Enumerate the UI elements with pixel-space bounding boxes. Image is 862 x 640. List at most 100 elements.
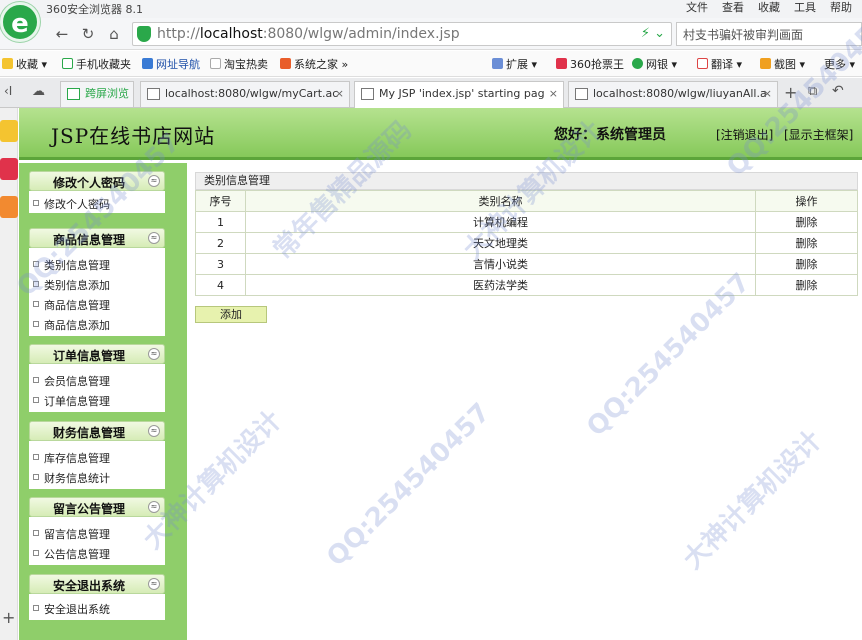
page-icon [147, 88, 160, 100]
more-button[interactable]: 更多 ▾ [824, 56, 855, 72]
cloud-icon[interactable]: ☁ [32, 84, 45, 99]
menu-change-password[interactable]: 修改个人密码 [33, 196, 110, 212]
site-header: JSP在线书店网站 您好：系统管理员 [注销退出] [显示主框架] [19, 108, 862, 160]
tab-mycart[interactable]: localhost:8080/wlgw/myCart.ac × [140, 81, 350, 107]
add-icon[interactable]: + [2, 608, 15, 627]
browser-sidebar: + [0, 108, 18, 640]
translate-icon [697, 58, 708, 69]
row-category-name: 天文地理类 [245, 232, 756, 254]
translate-button[interactable]: 翻译 ▾ [697, 56, 742, 72]
site-title: JSP在线书店网站 [51, 124, 216, 148]
row-category-name: 计算机编程 [245, 211, 756, 233]
ticket-button[interactable]: 360抢票王 [556, 56, 624, 72]
delete-link[interactable]: 删除 [755, 211, 858, 233]
row-category-name: 医药法学类 [245, 274, 756, 296]
menu-stock-manage[interactable]: 库存信息管理 [33, 450, 110, 466]
bookmark-nav[interactable]: 网址导航 [142, 56, 200, 72]
address-bar[interactable]: http://localhost:8080/wlgw/admin/index.j… [132, 22, 672, 46]
menu-tools[interactable]: 工具 [794, 0, 816, 16]
col-action: 操作 [755, 190, 858, 212]
refresh-icon[interactable]: ↻ [78, 24, 98, 44]
menu-finance-stats[interactable]: 财务信息统计 [33, 470, 110, 486]
tab-index-active[interactable]: My JSP 'index.jsp' starting pag × [354, 81, 564, 108]
menu-notice-manage[interactable]: 公告信息管理 [33, 546, 110, 562]
logout-link[interactable]: [注销退出] [716, 126, 773, 143]
bank-button[interactable]: 网银 ▾ [632, 56, 677, 72]
collapse-icon: ≈ [148, 578, 160, 590]
search-input[interactable]: 村支书骗奸被审判画面 [676, 22, 862, 46]
menu-safe-exit[interactable]: 安全退出系统 [33, 601, 110, 617]
menu-favorites[interactable]: 收藏 [758, 0, 780, 16]
admin-name: 系统管理员 [596, 127, 666, 143]
col-index: 序号 [195, 190, 246, 212]
home-icon[interactable]: ⌂ [104, 24, 124, 44]
menu-file[interactable]: 文件 [686, 0, 708, 16]
group-body-orders: 会员信息管理 订单信息管理 [29, 364, 165, 412]
new-tab-icon[interactable]: + [784, 83, 797, 102]
group-body-messages: 留言信息管理 公告信息管理 [29, 517, 165, 565]
group-header-messages[interactable]: 留言公告管理 ≈ [29, 497, 165, 517]
group-body-finance: 库存信息管理 财务信息统计 [29, 441, 165, 489]
weibo-icon[interactable] [0, 158, 18, 180]
bookmark-taobao[interactable]: 淘宝热卖 [210, 56, 268, 72]
menu-member-manage[interactable]: 会员信息管理 [33, 373, 110, 389]
row-index: 4 [195, 274, 246, 296]
group-header-goods[interactable]: 商品信息管理 ≈ [29, 228, 165, 248]
screenshot-button[interactable]: 截图 ▾ [760, 56, 805, 72]
close-icon[interactable]: × [335, 82, 344, 106]
menu-goods-manage[interactable]: 商品信息管理 [33, 297, 110, 313]
category-table: 序号 类别名称 操作 1 计算机编程 删除 2 天文地理类 删除 3 言情小说类… [195, 190, 858, 296]
table-row: 4 医药法学类 删除 [195, 274, 858, 296]
admin-sidebar: 修改个人密码 ≈ 修改个人密码 商品信息管理 ≈ 类别信息管理 类别信息添加 商品信… [19, 163, 187, 640]
extensions-button[interactable]: 扩展 ▾ [492, 56, 537, 72]
menu-view[interactable]: 查看 [722, 0, 744, 16]
group-body-goods: 类别信息管理 类别信息添加 商品信息管理 商品信息添加 [29, 248, 165, 336]
star-icon[interactable] [0, 120, 18, 142]
menu-category-add[interactable]: 类别信息添加 [33, 277, 110, 293]
table-row: 3 言情小说类 删除 [195, 253, 858, 275]
tab-list-icon[interactable]: ‹I [4, 84, 12, 98]
close-icon[interactable]: × [763, 82, 772, 106]
ticket-icon [556, 58, 567, 69]
group-header-orders[interactable]: 订单信息管理 ≈ [29, 344, 165, 364]
address-url[interactable]: http://localhost:8080/wlgw/admin/index.j… [157, 26, 460, 42]
group-header-finance[interactable]: 财务信息管理 ≈ [29, 421, 165, 441]
restore-icon[interactable]: ⧉ [808, 84, 817, 99]
menu-order-manage[interactable]: 订单信息管理 [33, 393, 110, 409]
row-category-name: 言情小说类 [245, 253, 756, 275]
close-icon[interactable]: × [549, 82, 558, 106]
undo-icon[interactable]: ↶ [832, 83, 844, 99]
delete-link[interactable]: 删除 [755, 232, 858, 254]
page-icon [575, 88, 588, 100]
collapse-icon: ≈ [148, 501, 160, 513]
tab-liuyan[interactable]: localhost:8080/wlgw/liuyanAll.a × [568, 81, 778, 107]
group-header-exit[interactable]: 安全退出系统 ≈ [29, 574, 165, 594]
mail-icon[interactable] [0, 196, 18, 218]
tab-cross-screen[interactable]: 跨屏浏览 [60, 81, 134, 107]
bookmark-favorites[interactable]: 收藏 ▾ [2, 56, 47, 72]
bookmark-mobile[interactable]: 手机收藏夹 [62, 56, 131, 72]
delete-link[interactable]: 删除 [755, 253, 858, 275]
menu-goods-add[interactable]: 商品信息添加 [33, 317, 110, 333]
search-query: 村支书骗奸被审判画面 [683, 28, 804, 42]
delete-link[interactable]: 删除 [755, 274, 858, 296]
bookmark-xitong[interactable]: 系统之家 » [280, 56, 348, 72]
grid-icon [492, 58, 503, 69]
col-category-name: 类别名称 [245, 190, 756, 212]
browser-title: 360安全浏览器 8.1 [46, 3, 143, 16]
add-button[interactable]: 添加 [195, 306, 267, 323]
yen-icon [632, 58, 643, 69]
greeting: 您好：系统管理员 [554, 127, 666, 143]
back-arrow-icon[interactable]: ← [52, 24, 72, 44]
windows-icon [280, 58, 291, 69]
group-header-password[interactable]: 修改个人密码 ≈ [29, 171, 165, 191]
lightning-icon[interactable]: ⚡ ⌄ [641, 26, 665, 41]
menu-help[interactable]: 帮助 [830, 0, 852, 16]
group-body-exit: 安全退出系统 [29, 594, 165, 620]
panel-title: 类别信息管理 [195, 172, 858, 190]
show-frame-link[interactable]: [显示主框架] [784, 126, 853, 143]
menu-category-manage[interactable]: 类别信息管理 [33, 257, 110, 273]
row-index: 1 [195, 211, 246, 233]
group-body-password: 修改个人密码 [29, 191, 165, 213]
menu-message-manage[interactable]: 留言信息管理 [33, 526, 110, 542]
